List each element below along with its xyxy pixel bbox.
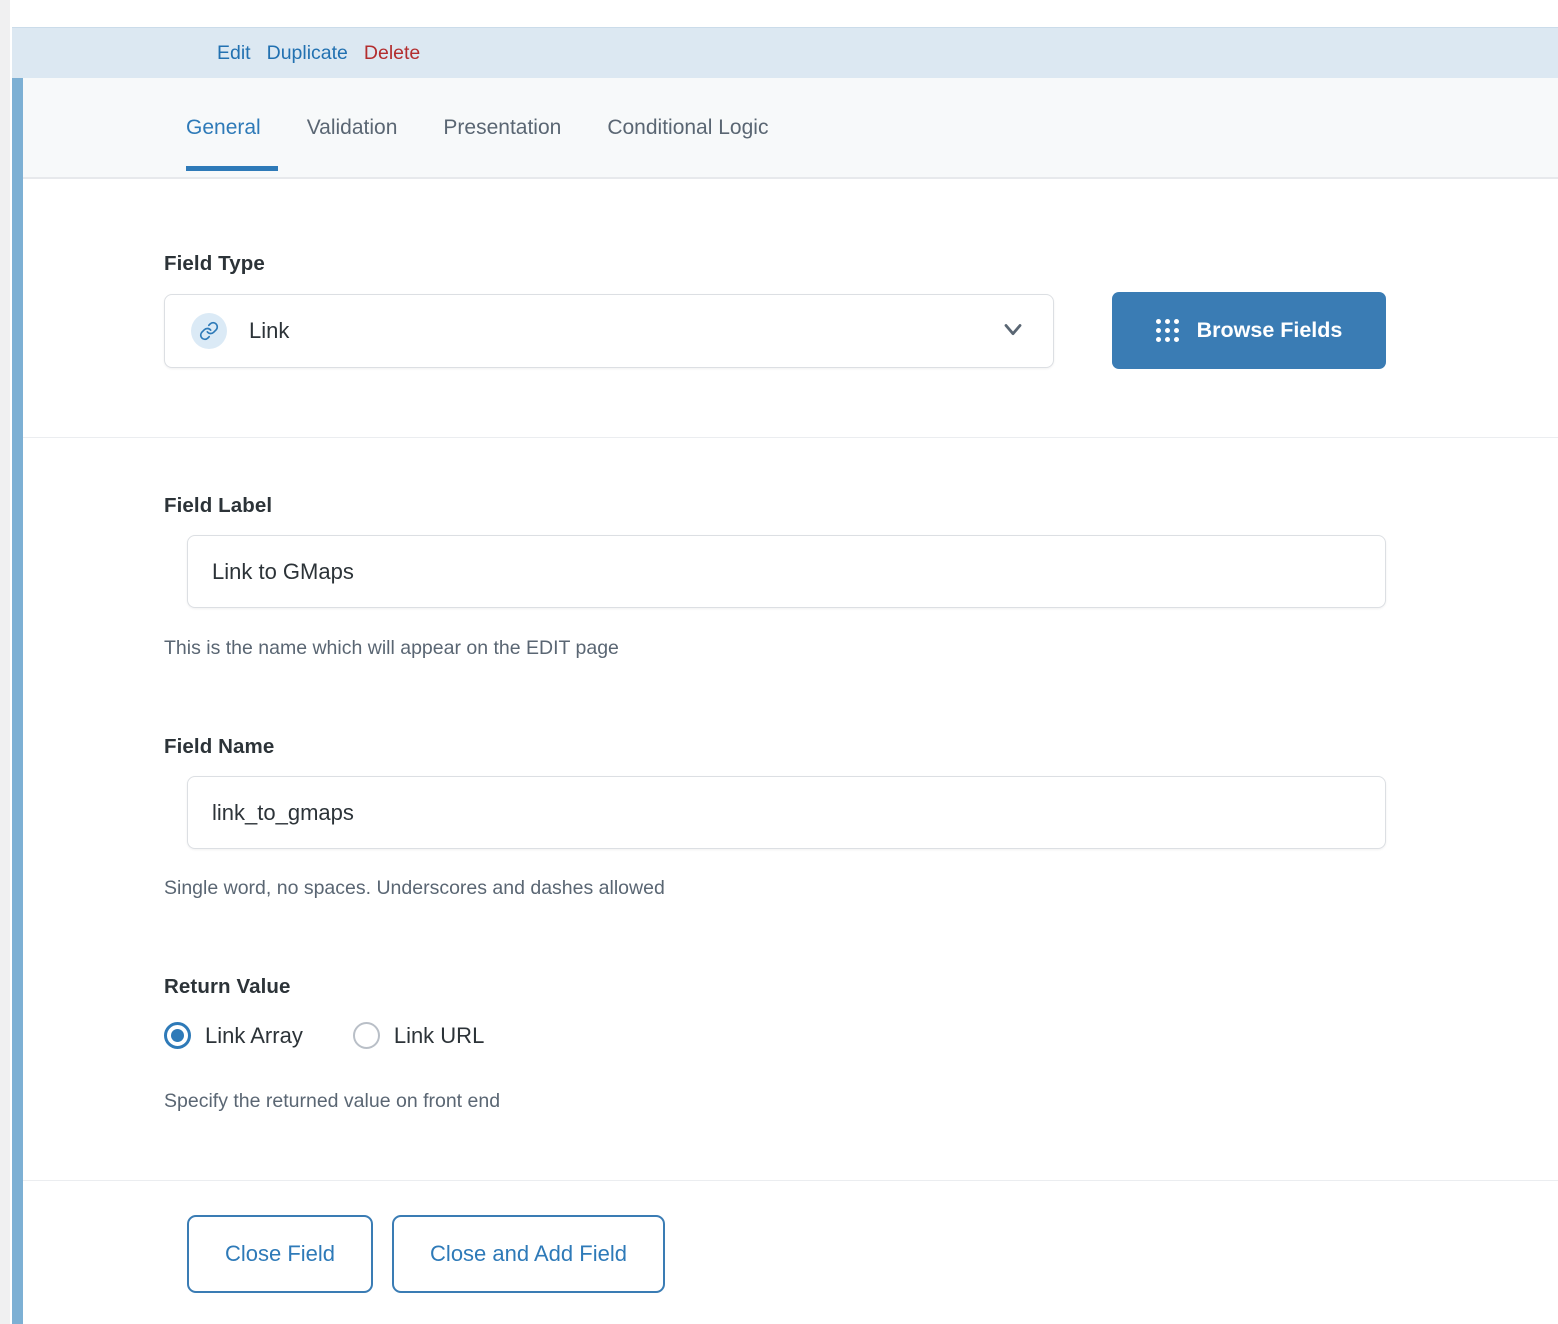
tab-validation-label: Validation — [306, 116, 398, 139]
field-label-input[interactable] — [187, 535, 1386, 608]
section-divider-2 — [23, 1180, 1558, 1181]
chevron-down-icon — [999, 315, 1027, 348]
close-field-button[interactable]: Close Field — [187, 1215, 374, 1293]
field-type-select[interactable]: Link — [164, 294, 1054, 368]
duplicate-link[interactable]: Duplicate — [267, 42, 348, 65]
page-left-gutter — [0, 0, 10, 1324]
field-header-band: Edit Duplicate Delete — [12, 27, 1558, 78]
radio-link-url-mark — [352, 1022, 380, 1049]
field-label-hint: This is the name which will appear on th… — [164, 637, 619, 659]
field-footer-actions: Close Field Close and Add Field — [187, 1215, 665, 1293]
delete-link[interactable]: Delete — [364, 42, 420, 65]
browse-fields-label: Browse Fields — [1196, 318, 1343, 342]
field-type-selected-value: Link — [249, 318, 290, 343]
browse-fields-button[interactable]: Browse Fields — [1112, 292, 1386, 369]
settings-tabs: General Validation Presentation Conditio… — [163, 78, 791, 179]
tab-conditional-logic-label: Conditional Logic — [607, 116, 769, 139]
return-value-radio-group: Link Array Link URL — [164, 1022, 484, 1049]
tab-presentation[interactable]: Presentation — [420, 78, 584, 179]
section-divider-1 — [23, 437, 1558, 438]
link-icon — [191, 313, 227, 349]
edit-link[interactable]: Edit — [217, 42, 251, 65]
tab-presentation-label: Presentation — [443, 116, 562, 139]
tab-conditional-logic[interactable]: Conditional Logic — [584, 78, 791, 179]
return-value-label: Return Value — [164, 975, 291, 998]
field-name-input[interactable] — [187, 776, 1386, 849]
tab-general[interactable]: General — [163, 78, 284, 179]
settings-tab-strip: General Validation Presentation Conditio… — [23, 78, 1558, 179]
field-name-label: Field Name — [164, 735, 275, 758]
radio-link-url[interactable]: Link URL — [352, 1022, 485, 1049]
radio-link-array-mark — [164, 1022, 191, 1049]
active-field-indicator-bar — [12, 78, 23, 1324]
field-label-label: Field Label — [164, 494, 273, 517]
field-name-hint: Single word, no spaces. Underscores and … — [164, 877, 665, 899]
settings-body: Field Type Link Browse Fields Field Labe… — [23, 180, 1558, 1324]
tab-general-label: General — [186, 116, 261, 139]
field-settings-panel: Edit Duplicate Delete General Validation… — [0, 0, 1558, 1324]
close-and-add-field-button[interactable]: Close and Add Field — [392, 1215, 665, 1293]
field-row-actions: Edit Duplicate Delete — [217, 28, 420, 79]
tab-validation[interactable]: Validation — [284, 78, 421, 179]
radio-link-array[interactable]: Link Array — [164, 1022, 303, 1049]
radio-link-array-label: Link Array — [205, 1022, 303, 1048]
field-type-label: Field Type — [164, 252, 265, 275]
grid-dots-icon — [1155, 319, 1179, 342]
radio-link-url-label: Link URL — [393, 1022, 485, 1048]
return-value-hint: Specify the returned value on front end — [164, 1090, 501, 1112]
